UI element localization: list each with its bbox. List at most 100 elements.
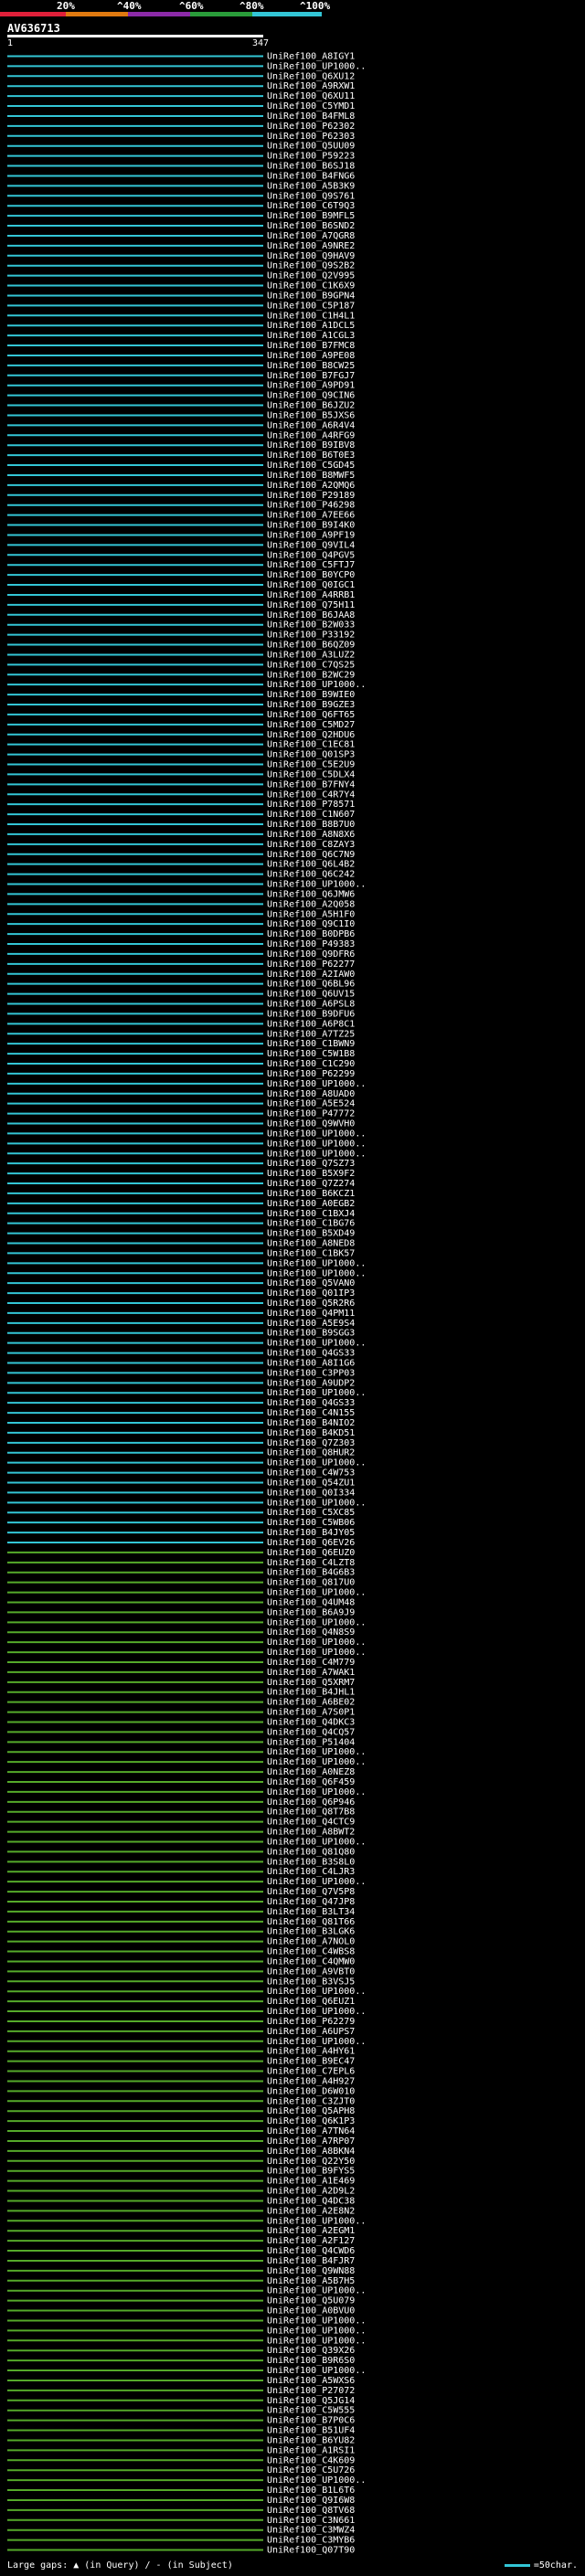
hit-label[interactable]: UniRef100_Q8T7B8 — [267, 1807, 355, 1818]
hit-label[interactable]: UniRef100_P62302 — [267, 122, 355, 132]
hit-label[interactable]: UniRef100_Q5XRM7 — [267, 1678, 355, 1688]
hit-label[interactable]: UniRef100_B3LT34 — [267, 1907, 355, 1917]
hit-label[interactable]: UniRef100_Q4DKC3 — [267, 1717, 355, 1727]
hit-label[interactable]: UniRef100_B4JHL1 — [267, 1688, 355, 1698]
hit-label[interactable]: UniRef100_Q9S761 — [267, 191, 355, 201]
hit-label[interactable]: UniRef100_Q54ZU1 — [267, 1478, 355, 1488]
hit-label[interactable]: UniRef100_P47772 — [267, 1109, 355, 1119]
hit-label[interactable]: UniRef100_C1BXJ4 — [267, 1209, 355, 1219]
hit-label[interactable]: UniRef100_Q9VIL4 — [267, 540, 355, 550]
hit-label[interactable]: UniRef100_C3MWZ4 — [267, 2526, 355, 2536]
hit-label[interactable]: UniRef100_Q39X26 — [267, 2346, 355, 2356]
hit-label[interactable]: UniRef100_B4FML8 — [267, 111, 355, 122]
hit-label[interactable]: UniRef100_B9WIE0 — [267, 690, 355, 700]
hit-label[interactable]: UniRef100_P78571 — [267, 800, 355, 810]
hit-label[interactable]: UniRef100_B9GPN4 — [267, 291, 355, 301]
hit-label[interactable]: UniRef100_UP1000.. — [267, 1757, 366, 1767]
hit-label[interactable]: UniRef100_P29189 — [267, 491, 355, 501]
hit-label[interactable]: UniRef100_C1EC81 — [267, 740, 355, 750]
hit-label[interactable]: UniRef100_A6R4V4 — [267, 420, 355, 430]
hit-label[interactable]: UniRef100_C1BG76 — [267, 1219, 355, 1229]
hit-label[interactable]: UniRef100_B3LGK6 — [267, 1927, 355, 1937]
hit-label[interactable]: UniRef100_Q817U0 — [267, 1578, 355, 1588]
hit-label[interactable]: UniRef100_C7QS25 — [267, 660, 355, 670]
hit-label[interactable]: UniRef100_A7WAK1 — [267, 1668, 355, 1678]
hit-label[interactable]: UniRef100_P49383 — [267, 939, 355, 949]
hit-label[interactable]: UniRef100_C8ZAY3 — [267, 840, 355, 850]
hit-label[interactable]: UniRef100_C4N155 — [267, 1408, 355, 1418]
hit-label[interactable]: UniRef100_Q6F459 — [267, 1777, 355, 1787]
hit-label[interactable]: UniRef100_B7FNY4 — [267, 779, 355, 790]
hit-label[interactable]: UniRef100_Q6L4B2 — [267, 860, 355, 870]
hit-label[interactable]: UniRef100_B6SJ18 — [267, 162, 355, 172]
hit-label[interactable]: UniRef100_Q5UU09 — [267, 142, 355, 152]
hit-label[interactable]: UniRef100_Q9DFR6 — [267, 949, 355, 959]
hit-label[interactable]: UniRef100_Q8TV68 — [267, 2506, 355, 2516]
hit-label[interactable]: UniRef100_A1RSI1 — [267, 2445, 355, 2455]
hit-label[interactable]: UniRef100_A9UDP2 — [267, 1378, 355, 1388]
hit-label[interactable]: UniRef100_Q4CQ57 — [267, 1727, 355, 1737]
hit-label[interactable]: UniRef100_A9PD91 — [267, 381, 355, 391]
hit-label[interactable]: UniRef100_C4K609 — [267, 2455, 355, 2465]
hit-label[interactable]: UniRef100_C1BWN9 — [267, 1039, 355, 1049]
hit-label[interactable]: UniRef100_A8I1G6 — [267, 1358, 355, 1368]
hit-label[interactable]: UniRef100_A5E9S4 — [267, 1319, 355, 1329]
hit-label[interactable]: UniRef100_B6YU82 — [267, 2435, 355, 2445]
hit-label[interactable]: UniRef100_A5B3K9 — [267, 181, 355, 191]
hit-label[interactable]: UniRef100_C4R7Y4 — [267, 790, 355, 800]
hit-label[interactable]: UniRef100_C5MD27 — [267, 720, 355, 730]
hit-label[interactable]: UniRef100_A2F127 — [267, 2236, 355, 2246]
hit-label[interactable]: UniRef100_P62303 — [267, 132, 355, 142]
hit-label[interactable]: UniRef100_B6T0E3 — [267, 451, 355, 461]
hit-label[interactable]: UniRef100_UP1000.. — [267, 1139, 366, 1149]
hit-label[interactable]: UniRef100_B6QZ09 — [267, 641, 355, 651]
hit-label[interactable]: UniRef100_UP1000.. — [267, 1268, 366, 1278]
hit-label[interactable]: UniRef100_B51UF4 — [267, 2426, 355, 2436]
hit-label[interactable]: UniRef100_A4HY61 — [267, 2047, 355, 2057]
hit-label[interactable]: UniRef100_B1L6T6 — [267, 2486, 355, 2496]
hit-label[interactable]: UniRef100_UP1000.. — [267, 880, 366, 890]
hit-label[interactable]: UniRef100_D6W010 — [267, 2086, 355, 2096]
hit-label[interactable]: UniRef100_A4H927 — [267, 2076, 355, 2086]
hit-label[interactable]: UniRef100_C3ZJT0 — [267, 2096, 355, 2106]
hit-label[interactable]: UniRef100_A5E524 — [267, 1099, 355, 1109]
hit-label[interactable]: UniRef100_UP1000.. — [267, 1079, 366, 1089]
hit-label[interactable]: UniRef100_A2E8N2 — [267, 2206, 355, 2216]
hit-label[interactable]: UniRef100_P62299 — [267, 1069, 355, 1079]
hit-label[interactable]: UniRef100_A5WXS6 — [267, 2376, 355, 2386]
hit-label[interactable]: UniRef100_Q9CIN6 — [267, 391, 355, 401]
hit-label[interactable]: UniRef100_C4QMW0 — [267, 1956, 355, 1966]
hit-label[interactable]: UniRef100_A8UAD0 — [267, 1089, 355, 1099]
hit-label[interactable]: UniRef100_UP1000.. — [267, 2007, 366, 2017]
hit-label[interactable]: UniRef100_Q8HUR2 — [267, 1448, 355, 1458]
hit-label[interactable]: UniRef100_B5XD49 — [267, 1229, 355, 1239]
hit-label[interactable]: UniRef100_B3S8L0 — [267, 1857, 355, 1867]
hit-label[interactable]: UniRef100_Q5U079 — [267, 2296, 355, 2306]
hit-label[interactable]: UniRef100_C4LZT8 — [267, 1558, 355, 1568]
hit-label[interactable]: UniRef100_B9I4K0 — [267, 521, 355, 531]
hit-label[interactable]: UniRef100_Q01SP3 — [267, 750, 355, 760]
hit-label[interactable]: UniRef100_B9SGG3 — [267, 1329, 355, 1339]
hit-label[interactable]: UniRef100_A4RRB1 — [267, 590, 355, 600]
hit-label[interactable]: UniRef100_A3LUZ2 — [267, 650, 355, 660]
hit-label[interactable]: UniRef100_Q4PGV5 — [267, 550, 355, 560]
hit-label[interactable]: UniRef100_P62277 — [267, 959, 355, 970]
hit-label[interactable]: UniRef100_Q6UV15 — [267, 990, 355, 1000]
hit-label[interactable]: UniRef100_Q6EUZ0 — [267, 1548, 355, 1558]
hit-label[interactable]: UniRef100_Q22Y50 — [267, 2157, 355, 2167]
hit-label[interactable]: UniRef100_Q9WVH0 — [267, 1119, 355, 1129]
hit-label[interactable]: UniRef100_A7QGR8 — [267, 231, 355, 241]
hit-label[interactable]: UniRef100_Q4GS33 — [267, 1349, 355, 1359]
hit-label[interactable]: UniRef100_Q4UM48 — [267, 1597, 355, 1607]
hit-label[interactable]: UniRef100_Q81T66 — [267, 1917, 355, 1927]
hit-label[interactable]: UniRef100_UP1000.. — [267, 680, 366, 690]
hit-label[interactable]: UniRef100_Q7SZ73 — [267, 1159, 355, 1169]
hit-label[interactable]: UniRef100_C5E2U9 — [267, 760, 355, 770]
hit-label[interactable]: UniRef100_Q9S2B2 — [267, 261, 355, 271]
hit-label[interactable]: UniRef100_A6UPS7 — [267, 2027, 355, 2037]
hit-label[interactable]: UniRef100_Q7Z303 — [267, 1438, 355, 1448]
hit-label[interactable]: UniRef100_C7EPL6 — [267, 2067, 355, 2077]
hit-label[interactable]: UniRef100_C1BK57 — [267, 1248, 355, 1258]
hit-label[interactable]: UniRef100_B4NIO2 — [267, 1418, 355, 1428]
hit-label[interactable]: UniRef100_B6KCZ1 — [267, 1189, 355, 1199]
